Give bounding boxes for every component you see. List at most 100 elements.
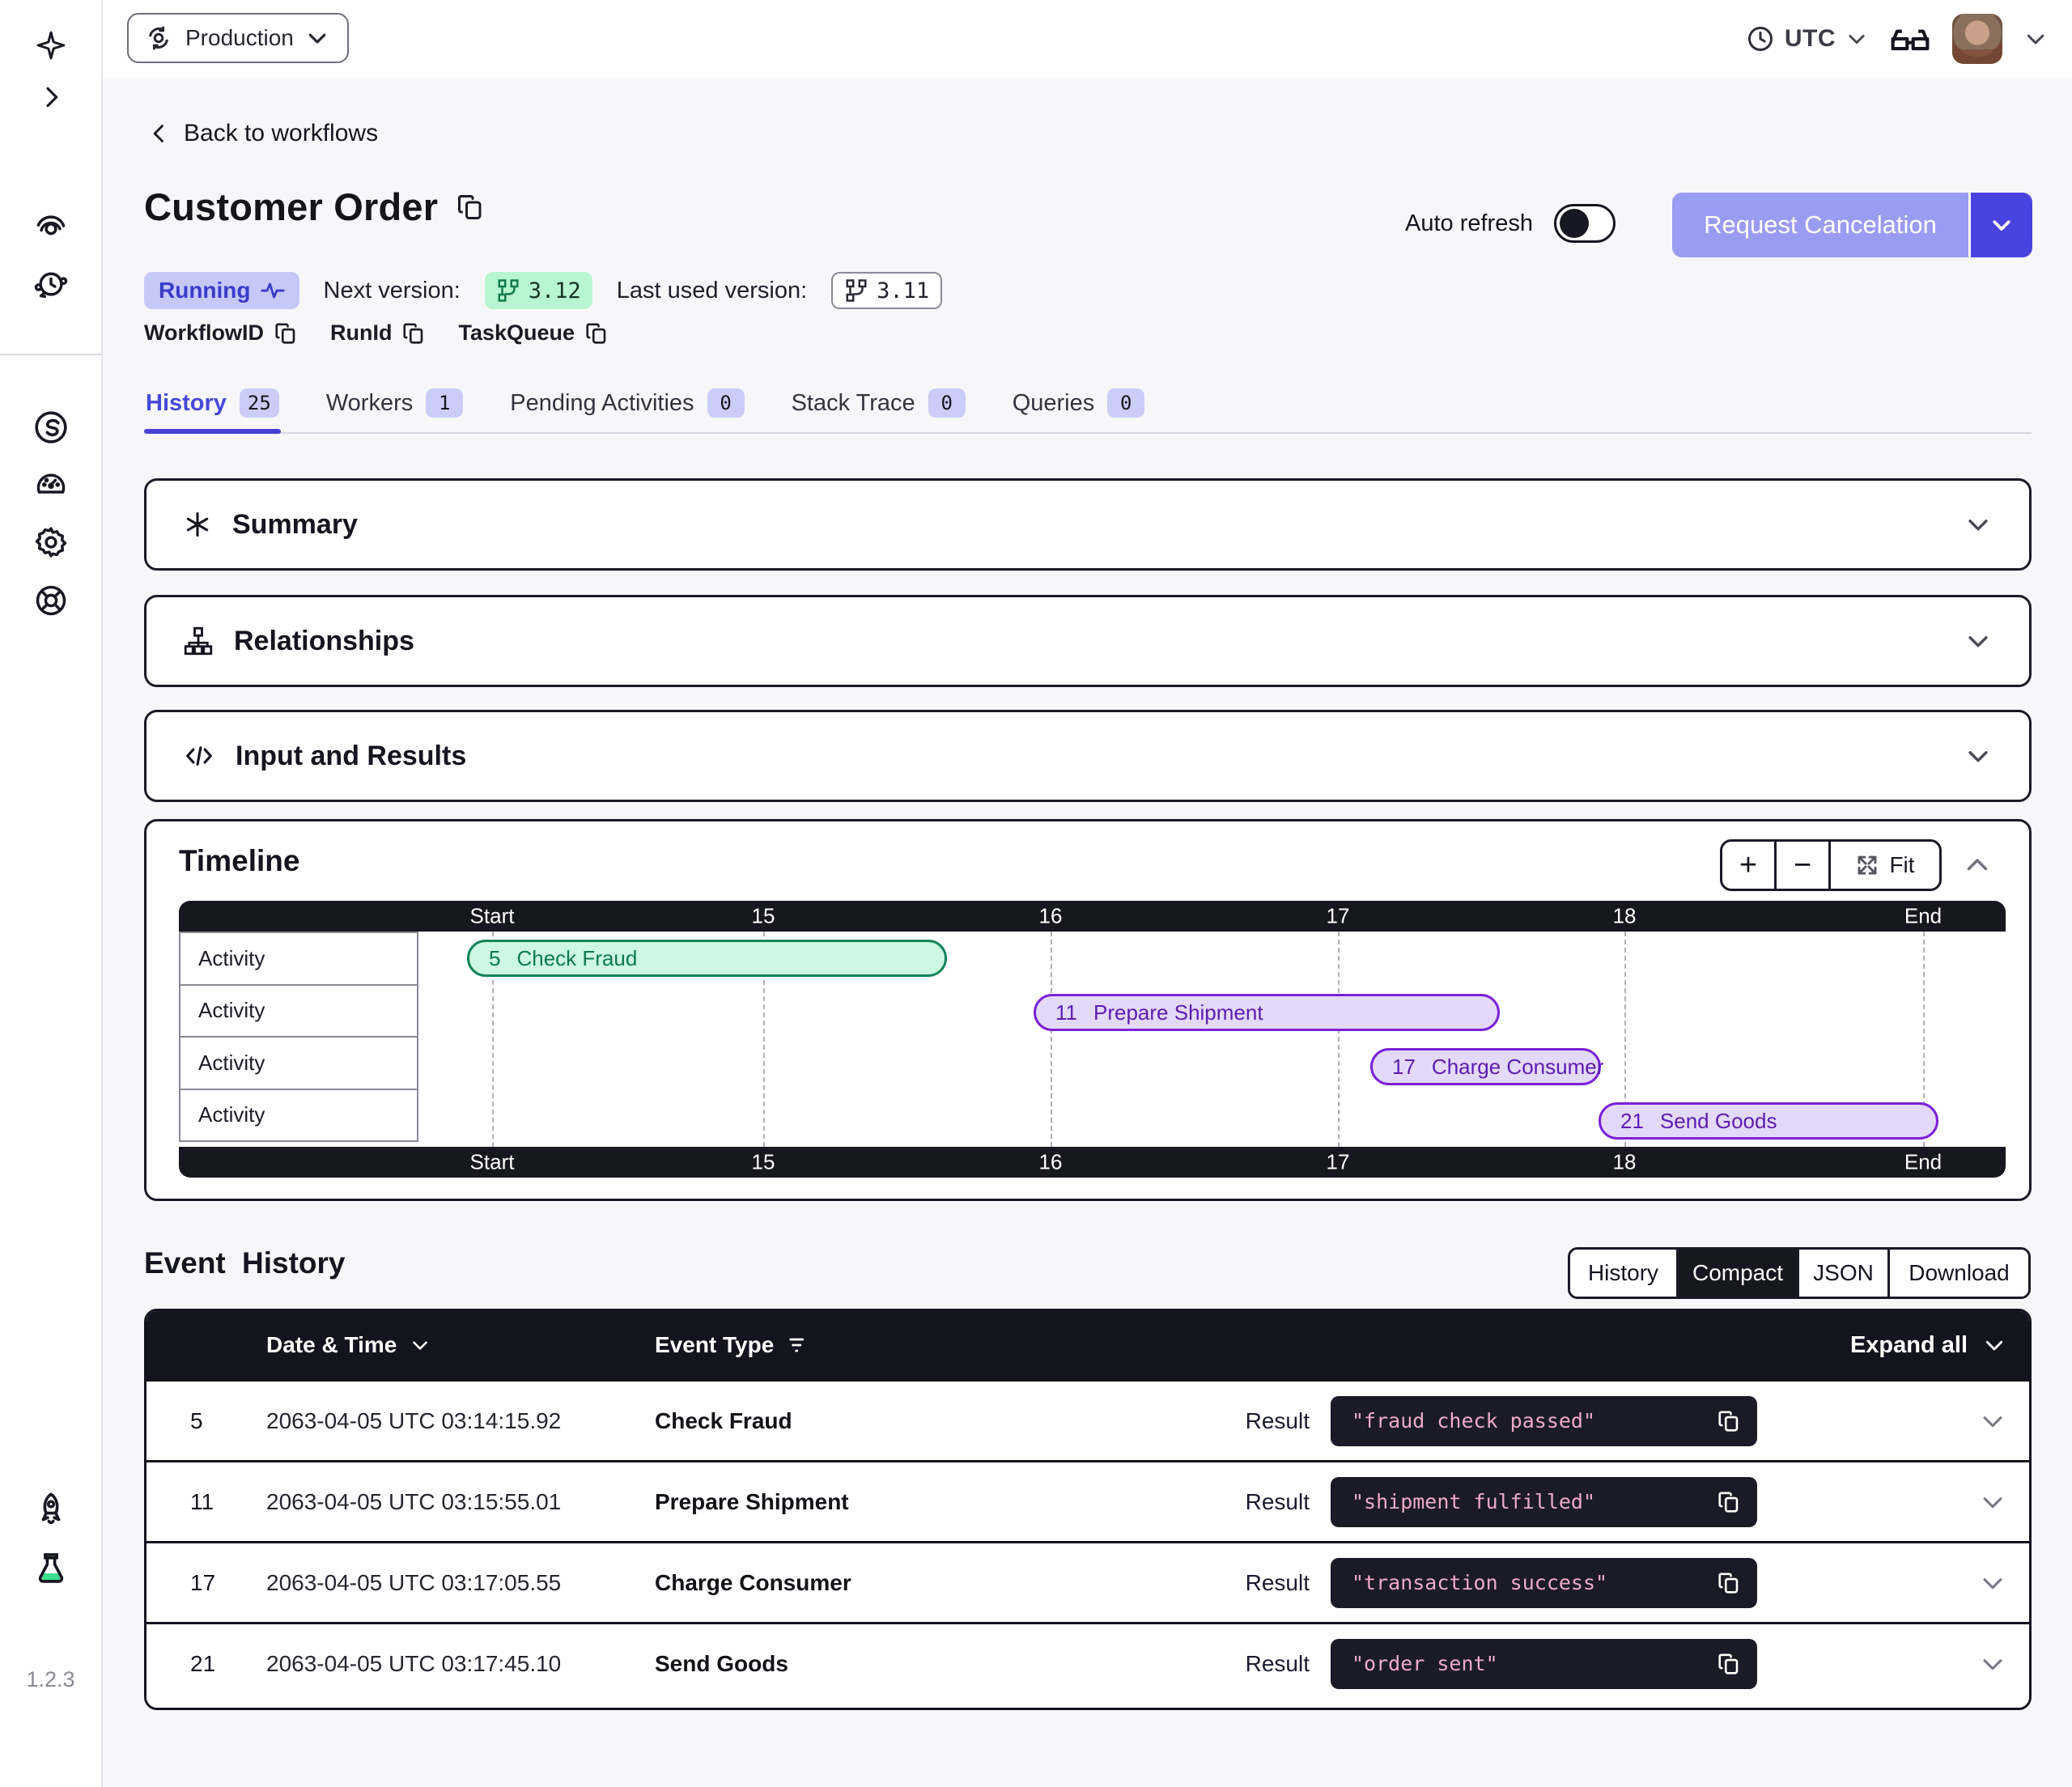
tab-queries[interactable]: Queries 0 xyxy=(1011,374,1147,432)
row-expand-chevron-icon[interactable] xyxy=(1979,1650,2006,1678)
tab-pending-activities[interactable]: Pending Activities 0 xyxy=(508,374,745,432)
result-payload-chip[interactable]: "order sent" xyxy=(1331,1639,1757,1689)
result-value: "shipment fulfilled" xyxy=(1352,1490,1595,1513)
tick-start: Start xyxy=(470,904,515,929)
tick-16: 16 xyxy=(1039,1150,1063,1175)
request-cancelation-button[interactable]: Request Cancelation xyxy=(1672,193,1968,257)
row-expand-chevron-icon[interactable] xyxy=(1979,1407,2006,1435)
copy-icon[interactable] xyxy=(1717,1490,1741,1514)
result-payload-chip[interactable]: "shipment fulfilled" xyxy=(1331,1477,1757,1527)
workflow-id-copy[interactable]: WorkflowID xyxy=(144,320,298,346)
task-queue-copy[interactable]: TaskQueue xyxy=(458,320,609,346)
namespace-switcher[interactable]: Production xyxy=(127,13,349,63)
nav-sparkle-icon[interactable] xyxy=(35,29,67,62)
account-chevron-down-icon[interactable] xyxy=(2023,27,2048,51)
bar-event-id: 17 xyxy=(1392,1055,1416,1080)
result-payload-chip[interactable]: "fraud check passed" xyxy=(1331,1396,1757,1446)
asterisk-icon xyxy=(184,511,211,538)
copy-icon[interactable] xyxy=(1717,1652,1741,1676)
request-cancelation-button-group: Request Cancelation xyxy=(1672,193,2032,257)
event-row-prepare-shipment[interactable]: 11 2063-04-05 UTC 03:15:55.01 Prepare Sh… xyxy=(146,1460,2029,1541)
cancelation-menu-chevron[interactable] xyxy=(1971,193,2032,257)
relationships-section[interactable]: Relationships xyxy=(144,595,2032,687)
sidebar-nexus-icon[interactable] xyxy=(32,409,70,446)
tab-history[interactable]: History 25 xyxy=(144,374,281,432)
zoom-in-button[interactable]: + xyxy=(1722,842,1774,889)
expand-all-button[interactable]: Expand all xyxy=(1850,1332,2006,1359)
sidebar-schedules-icon[interactable] xyxy=(33,267,69,303)
incognito-glasses-icon[interactable] xyxy=(1889,23,1931,55)
event-type-column-header[interactable]: Event Type xyxy=(655,1332,1221,1358)
sidebar-settings-gear-icon[interactable] xyxy=(33,524,69,560)
back-to-workflows-link[interactable]: Back to workflows xyxy=(148,120,378,147)
tab-stack-trace[interactable]: Stack Trace 0 xyxy=(790,374,967,432)
timeline-bar-prepare-shipment[interactable]: 11 Prepare Shipment xyxy=(1034,994,1500,1031)
sidebar-labs-flask-icon[interactable] xyxy=(32,1551,70,1588)
timeline-bar-check-fraud[interactable]: 5 Check Fraud xyxy=(467,940,947,977)
sidebar-help-buoy-icon[interactable] xyxy=(33,583,69,618)
timeline-body: Activity Activity Activity Activity 5 Ch… xyxy=(179,932,2006,1147)
status-row: Running Next version: 3.12 Last used ver… xyxy=(144,272,942,309)
run-id-label: RunId xyxy=(330,320,392,346)
last-version-badge: 3.11 xyxy=(831,272,942,309)
tab-workers[interactable]: Workers 1 xyxy=(325,374,465,432)
timeline-row-label: Activity xyxy=(179,1036,418,1090)
workflow-tabs: History 25 Workers 1 Pending Activities … xyxy=(144,374,2032,434)
timeline-collapse-chevron-icon[interactable] xyxy=(1963,851,1992,880)
input-results-section[interactable]: Input and Results xyxy=(144,710,2032,802)
copy-icon[interactable] xyxy=(1717,1571,1741,1595)
summary-section[interactable]: Summary xyxy=(144,478,2032,571)
workflow-detail-page: 1.2.3 Production UTC xyxy=(0,0,2072,1787)
result-payload-chip[interactable]: "transaction success" xyxy=(1331,1558,1757,1608)
user-avatar[interactable] xyxy=(1952,14,2002,64)
copy-icon[interactable] xyxy=(1717,1409,1741,1433)
chevron-down-icon xyxy=(1964,742,1992,770)
timeline-bar-charge-consumer[interactable]: 17 Charge Consumer xyxy=(1370,1048,1601,1085)
auto-refresh-toggle[interactable] xyxy=(1554,204,1616,243)
event-datetime: 2063-04-05 UTC 03:15:55.01 xyxy=(266,1489,655,1515)
sidebar-usage-icon[interactable] xyxy=(33,465,69,501)
chevron-left-icon xyxy=(148,122,171,145)
timezone-selector[interactable]: UTC xyxy=(1746,24,1868,53)
tab-label: Workers xyxy=(326,390,413,417)
run-id-copy[interactable]: RunId xyxy=(330,320,426,346)
sitemap-icon xyxy=(184,626,213,656)
sidebar-expand-chevron-icon[interactable] xyxy=(38,84,64,110)
event-row-send-goods[interactable]: 21 2063-04-05 UTC 03:17:45.10 Send Goods… xyxy=(146,1622,2029,1703)
timeline-bar-send-goods[interactable]: 21 Send Goods xyxy=(1599,1102,1938,1140)
chevron-down-icon xyxy=(1964,627,1992,655)
filter-icon xyxy=(787,1334,809,1356)
row-expand-chevron-icon[interactable] xyxy=(1979,1488,2006,1516)
date-time-column-header[interactable]: Date & Time xyxy=(266,1332,655,1358)
event-row-charge-consumer[interactable]: 17 2063-04-05 UTC 03:17:05.55 Charge Con… xyxy=(146,1541,2029,1622)
view-compact-button[interactable]: Compact xyxy=(1676,1250,1797,1297)
zoom-fit-button[interactable]: Fit xyxy=(1828,842,1939,889)
row-expand-chevron-icon[interactable] xyxy=(1979,1569,2006,1597)
git-branch-icon xyxy=(496,278,520,303)
sidebar-rocket-icon[interactable] xyxy=(32,1491,70,1528)
tick-end: End xyxy=(1904,1150,1942,1175)
tick-start: Start xyxy=(470,1150,515,1175)
event-type-label: Event Type xyxy=(655,1332,774,1358)
view-history-button[interactable]: History xyxy=(1570,1250,1676,1297)
clock-icon xyxy=(1746,24,1775,53)
tick-end: End xyxy=(1904,904,1942,929)
event-history-view-switcher: History Compact JSON Download xyxy=(1568,1247,2031,1299)
download-button[interactable]: Download xyxy=(1887,1250,2028,1297)
zoom-out-button[interactable]: − xyxy=(1774,842,1828,889)
copy-icon xyxy=(274,321,298,346)
timeline-card: Timeline + − Fit Start 15 16 17 18 End xyxy=(144,819,2032,1201)
timeline-row-label: Activity xyxy=(179,984,418,1038)
event-row-check-fraud[interactable]: 5 2063-04-05 UTC 03:14:15.92 Check Fraud… xyxy=(146,1379,2029,1460)
copy-icon xyxy=(584,321,609,346)
sidebar-workflows-icon[interactable] xyxy=(33,209,69,244)
event-id: 5 xyxy=(190,1408,266,1434)
workflow-id-label: WorkflowID xyxy=(144,320,264,346)
tab-count: 0 xyxy=(1107,388,1144,418)
git-branch-icon xyxy=(844,278,868,303)
view-json-button[interactable]: JSON xyxy=(1797,1250,1887,1297)
tick-17: 17 xyxy=(1327,904,1350,929)
bar-label: Send Goods xyxy=(1660,1109,1777,1134)
timezone-label: UTC xyxy=(1785,25,1836,53)
copy-title-icon[interactable] xyxy=(456,193,485,222)
